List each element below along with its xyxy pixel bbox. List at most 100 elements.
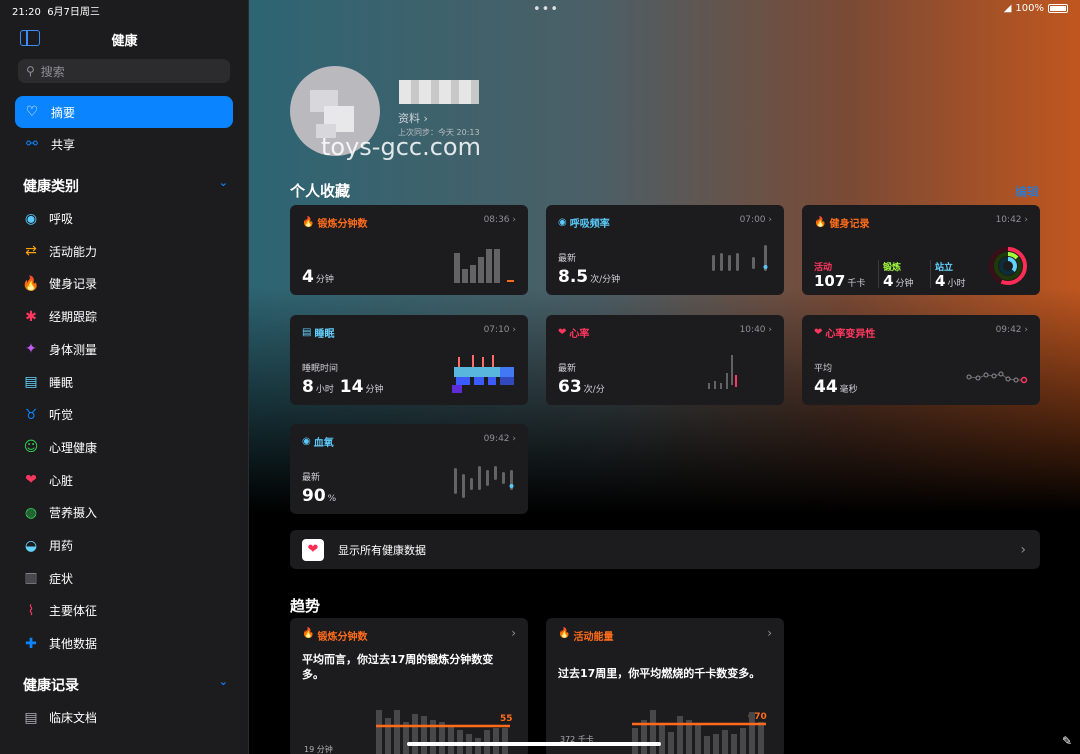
- divider: [878, 260, 879, 288]
- card-heart-rate[interactable]: ❤ 心率 10:40 › 最新 63 次/分: [546, 315, 784, 405]
- heart-rate-mini-chart: [708, 355, 737, 389]
- records-header[interactable]: 健康记录 ⌄: [23, 675, 228, 695]
- card-blood-oxygen[interactable]: ◉ 血氧 09:42 › 最新 90%: [290, 424, 528, 514]
- sidebar-item-clinical-documents[interactable]: ▤ 临床文档: [22, 709, 97, 726]
- cycle-icon: ✱: [25, 308, 37, 325]
- card-sleep[interactable]: ▤ 睡眠 07:10 › 睡眠时间 8 小时 14 分钟: [290, 315, 528, 405]
- card-time: 08:36: [483, 215, 510, 225]
- flame-icon: 🔥: [302, 628, 315, 639]
- card-title: 健身记录: [829, 219, 870, 230]
- sidebar-item-label: 经期跟踪: [49, 310, 98, 325]
- chevron-right-icon: ›: [512, 325, 516, 335]
- card-hrv[interactable]: ❤ 心率变异性 09:42 › 平均 44 毫秒: [802, 315, 1040, 405]
- sidebar-item-label: 用药: [49, 539, 74, 553]
- sidebar-item-category[interactable]: ❤ 心脏: [22, 472, 73, 489]
- sidebar-item-label: 共享: [51, 137, 76, 152]
- multitasking-dots[interactable]: •••: [533, 2, 559, 17]
- sidebar-item-label: 呼吸: [49, 212, 74, 226]
- figure-icon: ✦: [25, 341, 37, 358]
- chevron-right-icon: ›: [768, 325, 772, 335]
- sidebar-item-label: 其他数据: [49, 637, 98, 652]
- card-value: 63 次/分: [558, 377, 605, 397]
- people-icon: ⚯: [26, 136, 38, 152]
- card-value: 4 分钟: [302, 267, 334, 287]
- profile-link[interactable]: 资料 ›: [398, 110, 428, 126]
- categories-header[interactable]: 健康类别 ⌄: [23, 176, 228, 196]
- status-time: 21:20 6月7日周三: [12, 7, 100, 18]
- sidebar-item-category[interactable]: ✚ 其他数据: [22, 635, 97, 652]
- card-respiratory-rate[interactable]: ◉ 呼吸频率 07:00 › 最新 8.5 次/分钟: [546, 205, 784, 295]
- wifi-icon: ◢: [1003, 3, 1012, 14]
- sidebar-item-category[interactable]: ◍ 营养摄入: [22, 504, 97, 521]
- flame-icon: 🔥: [302, 217, 315, 228]
- card-subtitle: 最新: [558, 364, 577, 374]
- trend-ref-label: 19 分钟: [304, 745, 333, 754]
- sidebar-item-category[interactable]: ♉ 听觉: [22, 406, 73, 423]
- heart-icon: ♡: [25, 104, 39, 120]
- profile-name-redacted: [399, 80, 479, 104]
- card-title: 呼吸频率: [569, 219, 610, 230]
- card-exercise-minutes[interactable]: 🔥 锻炼分钟数 08:36 › 4 分钟: [290, 205, 528, 295]
- trend-exercise-chart: [376, 710, 510, 754]
- sidebar-item-category[interactable]: ◒ 用药: [22, 537, 73, 554]
- trend-exercise-minutes[interactable]: 🔥 锻炼分钟数 › 平均而言，你过去17周的锻炼分钟数变多。 19 分钟 55: [290, 618, 528, 754]
- divider: [930, 260, 931, 288]
- sidebar-item-label: 身体测量: [49, 342, 98, 357]
- card-time: 10:40: [739, 325, 766, 335]
- bed-icon: ▤: [24, 374, 38, 390]
- card-title: 心率: [569, 329, 590, 340]
- card-time: 07:00: [739, 215, 766, 225]
- card-subtitle: 最新: [302, 473, 321, 483]
- home-indicator[interactable]: [407, 742, 661, 746]
- sidebar-item-category[interactable]: ✱ 经期跟踪: [22, 308, 97, 325]
- flame-icon: 🔥: [558, 628, 571, 639]
- bed-icon: ▤: [302, 327, 312, 338]
- battery-percent: 100%: [1015, 3, 1044, 14]
- respiratory-mini-chart: [712, 245, 768, 271]
- sidebar-item-category[interactable]: ◉ 呼吸: [22, 210, 73, 227]
- card-title: 血氧: [313, 438, 334, 449]
- main-content: ••• ◢ 100% 资料 › 上次同步：今天 20:13 toys-gcc.c…: [249, 0, 1080, 754]
- hrv-mini-chart: [966, 371, 1028, 384]
- sidebar-item-sharing[interactable]: ⚯ 共享: [15, 128, 233, 160]
- clipboard-icon: ▥: [24, 570, 38, 587]
- edit-button[interactable]: 编辑: [1015, 183, 1039, 200]
- ear-icon: ♉: [24, 406, 38, 423]
- favorites-title: 个人收藏: [290, 182, 351, 200]
- sidebar-title: 健康: [111, 34, 138, 49]
- arrows-icon: ⇄: [25, 243, 37, 260]
- sidebar-item-category[interactable]: ▤ 睡眠: [22, 374, 73, 391]
- card-title: 锻炼分钟数: [317, 219, 368, 230]
- sidebar: 21:20 6月7日周三 健康 ⚲ 搜索 ♡ 摘要 ⚯ 共享 健康类别 ⌄ ◉ 呼…: [0, 0, 249, 754]
- sidebar-item-category[interactable]: ⇄ 活动能力: [22, 243, 97, 260]
- flame-icon: 🔥: [22, 275, 40, 292]
- sidebar-item-category[interactable]: ▥ 症状: [22, 570, 73, 587]
- search-input[interactable]: ⚲ 搜索: [18, 59, 230, 83]
- heart-icon: ❤: [558, 327, 567, 338]
- plus-icon: ✚: [25, 635, 37, 652]
- search-placeholder: 搜索: [40, 64, 65, 79]
- sidebar-item-summary[interactable]: ♡ 摘要: [15, 96, 233, 128]
- sidebar-item-label: 听觉: [49, 408, 74, 423]
- show-all-health-data-button[interactable]: ❤ 显示所有健康数据 ›: [290, 530, 1040, 569]
- records-title: 健康记录: [23, 678, 79, 694]
- chevron-right-icon: ›: [512, 434, 516, 444]
- sidebar-item-label: 心理健康: [49, 440, 98, 455]
- pencil-icon[interactable]: ✎: [1062, 734, 1072, 748]
- sidebar-item-label: 心脏: [49, 473, 74, 488]
- chevron-right-icon: ›: [1024, 325, 1028, 335]
- sidebar-item-category[interactable]: 🔥 健身记录: [22, 275, 97, 292]
- trend-active-energy[interactable]: 🔥 活动能量 › 过去17周里，你平均燃烧的千卡数变多。 372 千卡 670: [546, 618, 784, 754]
- card-subtitle: 睡眠时间: [302, 364, 339, 374]
- card-fitness-record[interactable]: 🔥 健身记录 10:42 › 活动 107 千卡 锻炼 4 分钟 站立 4 小时: [802, 205, 1040, 295]
- sidebar-item-category[interactable]: ✦ 身体测量: [22, 341, 97, 358]
- categories-title: 健康类别: [23, 179, 79, 195]
- sidebar-item-label: 症状: [49, 571, 74, 586]
- sidebar-item-label: 健身记录: [49, 277, 98, 292]
- document-icon: ▤: [24, 709, 38, 726]
- exercise-value: 4 分钟: [883, 272, 914, 290]
- sidebar-item-label: 主要体征: [49, 604, 98, 619]
- sidebar-item-category[interactable]: ⌇ 主要体征: [22, 602, 97, 619]
- card-value: 90%: [302, 486, 337, 506]
- sidebar-item-category[interactable]: ☺ 心理健康: [22, 439, 97, 456]
